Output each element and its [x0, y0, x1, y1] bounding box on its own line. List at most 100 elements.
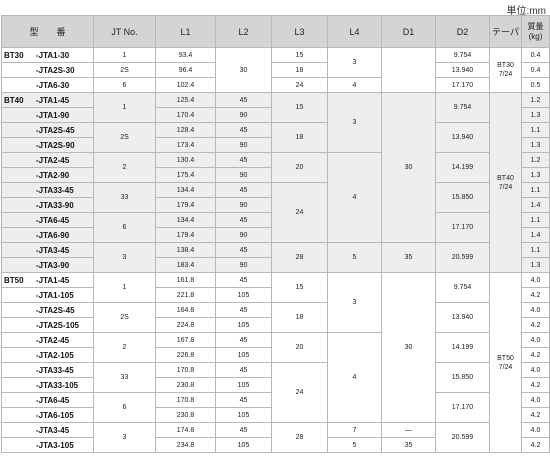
- jt-cell: 2S: [93, 302, 156, 333]
- taper-line2: 7/24: [498, 363, 513, 371]
- l3-cell: 24: [271, 182, 328, 243]
- l2-cell: 90: [215, 107, 272, 123]
- model-cell: -JTA2-45: [1, 152, 94, 168]
- l2-cell: 45: [215, 92, 272, 108]
- l1-cell: 128.4: [155, 122, 216, 138]
- model-suffix: -JTA2S-90: [36, 140, 75, 150]
- header-l3: L3: [271, 15, 328, 48]
- l1-cell: 170.8: [155, 362, 216, 378]
- mass-cell: 4.2: [521, 437, 550, 453]
- d2-cell: 13.940: [435, 122, 490, 153]
- table-row: -JTA2-45 2 167.8 45 20 4 14.199 4.0: [1, 332, 550, 423]
- model-cell: BT40 -JTA1-45: [1, 92, 94, 108]
- l2-cell: 45: [215, 182, 272, 198]
- d2-cell: 14.199: [435, 332, 490, 363]
- mass-cell: 1.3: [521, 107, 550, 123]
- l1-cell: 179.4: [155, 227, 216, 243]
- taper-line2: 7/24: [498, 71, 513, 78]
- l4-cell: 3: [327, 47, 382, 78]
- l2-cell: 105: [215, 407, 272, 423]
- mass-cell: 4.2: [521, 347, 550, 363]
- d1-cell: 30: [381, 92, 436, 243]
- d1-cell: —: [381, 422, 436, 438]
- model-cell: -JTA3-90: [1, 257, 94, 273]
- jt-cell: 3: [93, 242, 156, 273]
- model-cell: -JTA3-45: [1, 242, 94, 258]
- l1-cell: 161.8: [155, 272, 216, 288]
- header-mass-line1: 質量: [527, 21, 544, 31]
- mass-cell: 4.0: [521, 422, 550, 438]
- l3-cell: 18: [271, 62, 328, 78]
- model-prefix: BT40: [4, 95, 24, 105]
- header-model: 型 番: [1, 15, 94, 48]
- l2-cell: 90: [215, 197, 272, 213]
- header-mass: 質量 (kg): [521, 15, 550, 48]
- d1-cell: 35: [381, 437, 436, 453]
- l1-cell: 234.8: [155, 437, 216, 453]
- mass-cell: 0.4: [521, 62, 550, 78]
- l4-cell: 5: [327, 242, 382, 273]
- d1-cell: 35: [381, 242, 436, 273]
- d2-cell: 17.170: [435, 212, 490, 243]
- l2-cell: 105: [215, 437, 272, 453]
- spec-table: 型 番 JT No. L1 L2 L3 L4 D1 D2 テーパ 質量 (kg) …: [1, 15, 550, 453]
- model-prefix: BT50: [4, 275, 24, 285]
- l4-cell: 3: [327, 272, 382, 333]
- model-prefix: BT30: [4, 50, 24, 60]
- taper-line1: BT30: [497, 62, 514, 69]
- jt-cell: 2S: [93, 122, 156, 153]
- mass-cell: 4.0: [521, 392, 550, 408]
- l1-cell: 170.8: [155, 392, 216, 408]
- l1-cell: 125.4: [155, 92, 216, 108]
- jt-cell: 3: [93, 422, 156, 453]
- l3-cell: 18: [271, 122, 328, 153]
- jt-cell: 33: [93, 362, 156, 393]
- table-row: -JTA2-45 2 130.4 45 20 4 14.199 1.2: [1, 152, 550, 243]
- l2-cell: 45: [215, 392, 272, 408]
- table-row: -JTA33-45 33 170.8 45 24 15.850 4.0: [1, 362, 550, 423]
- model-suffix: -JTA2-45: [36, 335, 70, 345]
- l2-cell: 45: [215, 272, 272, 288]
- l2-cell: 45: [215, 302, 272, 318]
- header-d1: D1: [381, 15, 436, 48]
- d2-cell: 9.754: [435, 47, 490, 63]
- mass-cell: 4.2: [521, 407, 550, 423]
- model-cell: -JTA6-105: [1, 407, 94, 423]
- l2-cell: 45: [215, 122, 272, 138]
- model-suffix: -JTA6-90: [36, 230, 70, 240]
- l1-cell: 173.4: [155, 137, 216, 153]
- model-suffix: -JTA2-45: [36, 155, 70, 165]
- table-row: -JTA2S-30 2S 96.4 18 13.940 0.4: [1, 62, 550, 78]
- jt-cell: 2S: [93, 62, 156, 78]
- table-row: -JTA3-45 3 174.8 45 28 7 — 20.599 4.0: [1, 422, 550, 453]
- taper-cell: BT30 7/24: [489, 47, 522, 93]
- model-suffix: -JTA2-105: [36, 350, 74, 360]
- model-suffix: -JTA6-45: [36, 215, 70, 225]
- model-suffix: -JTA1-90: [36, 110, 70, 120]
- model-suffix: -JTA2-90: [36, 170, 70, 180]
- model-cell: -JTA2S-105: [1, 317, 94, 333]
- jt-cell: 6: [93, 77, 156, 93]
- l1-cell: 167.8: [155, 332, 216, 348]
- mass-cell: 4.2: [521, 317, 550, 333]
- l4-cell: 3: [327, 92, 382, 153]
- jt-cell: 1: [93, 272, 156, 303]
- l2-cell: 30: [215, 47, 272, 93]
- table-row: -JTA6-30 6 102.4 24 4 17.170 0.5: [1, 77, 550, 93]
- l1-cell: 230.8: [155, 407, 216, 423]
- l2-cell: 45: [215, 362, 272, 378]
- d2-cell: 17.170: [435, 77, 490, 93]
- l1-cell: 134.4: [155, 182, 216, 198]
- header-d2: D2: [435, 15, 490, 48]
- l4-cell: 4: [327, 332, 382, 423]
- l1-cell: 134.4: [155, 212, 216, 228]
- model-cell: BT30 -JTA1-30: [1, 47, 94, 63]
- taper-line1: BT40: [497, 174, 514, 182]
- l3-cell: 20: [271, 332, 328, 363]
- l2-cell: 45: [215, 332, 272, 348]
- d2-cell: 9.754: [435, 272, 490, 303]
- l1-cell: 230.8: [155, 377, 216, 393]
- model-cell: -JTA6-90: [1, 227, 94, 243]
- l2-cell: 105: [215, 287, 272, 303]
- model-cell: -JTA33-45: [1, 182, 94, 198]
